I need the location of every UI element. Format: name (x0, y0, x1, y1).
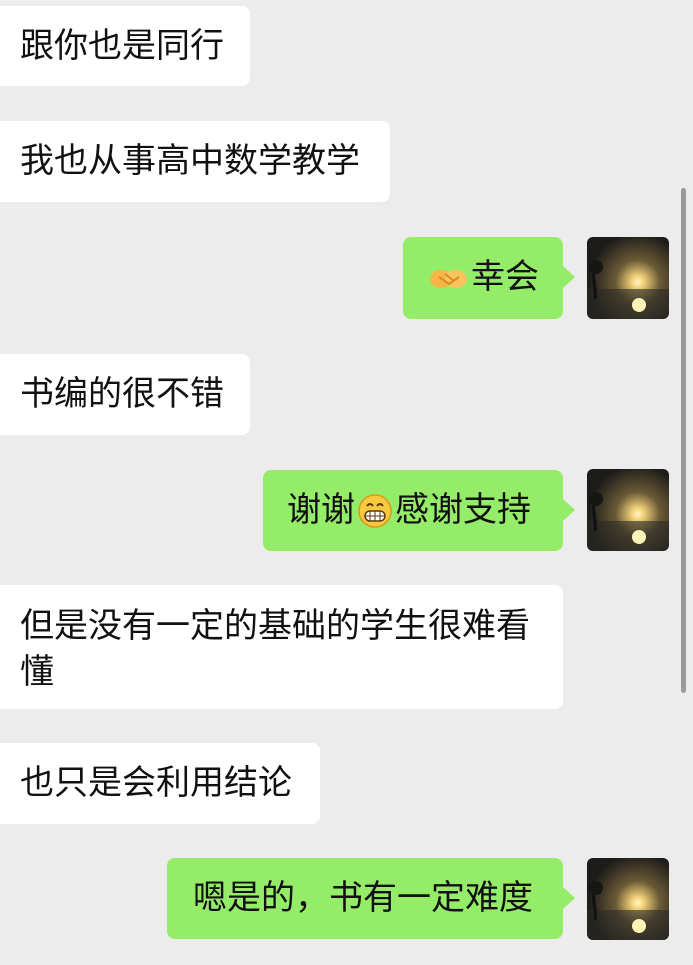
message-text: 跟你也是同行 (20, 26, 224, 66)
message-text: 嗯是的，书有一定难度 (193, 878, 533, 918)
message-text: 感谢支持 (395, 490, 531, 530)
sunset-landscape-icon (587, 858, 669, 940)
handshake-emoji-icon (429, 262, 469, 308)
scrollbar[interactable] (681, 188, 686, 693)
user-avatar[interactable] (587, 469, 669, 551)
incoming-message-bubble[interactable]: 也只是会利用结论 (0, 743, 320, 824)
sunset-landscape-icon (587, 237, 669, 319)
message-text: 谢谢 (287, 490, 355, 530)
incoming-message-bubble[interactable]: 我也从事高中数学教学 (0, 121, 390, 202)
message-text: 书编的很不错 (20, 374, 224, 414)
message-text: 也只是会利用结论 (20, 763, 292, 803)
outgoing-message-bubble[interactable]: 嗯是的，书有一定难度 (167, 858, 575, 939)
incoming-message-bubble[interactable]: 书编的很不错 (0, 354, 250, 435)
message-text: 我也从事高中数学教学 (20, 141, 360, 181)
grin-emoji-icon (357, 493, 393, 541)
outgoing-message-bubble[interactable]: 谢谢 感谢支持 (263, 470, 575, 551)
message-text: 幸会 (471, 257, 539, 297)
outgoing-message-bubble[interactable]: 幸会 (403, 237, 575, 319)
message-text: 但是没有一定的基础的学生很难看懂 (20, 606, 530, 692)
incoming-message-bubble[interactable]: 跟你也是同行 (0, 6, 250, 86)
incoming-message-bubble[interactable]: 但是没有一定的基础的学生很难看懂 (0, 585, 563, 709)
chat-area[interactable]: 跟你也是同行 我也从事高中数学教学 幸会 书编的很不错 谢谢 感谢支持 但是没有… (0, 0, 693, 965)
user-avatar[interactable] (587, 858, 669, 940)
user-avatar[interactable] (587, 237, 669, 319)
sunset-landscape-icon (587, 469, 669, 551)
